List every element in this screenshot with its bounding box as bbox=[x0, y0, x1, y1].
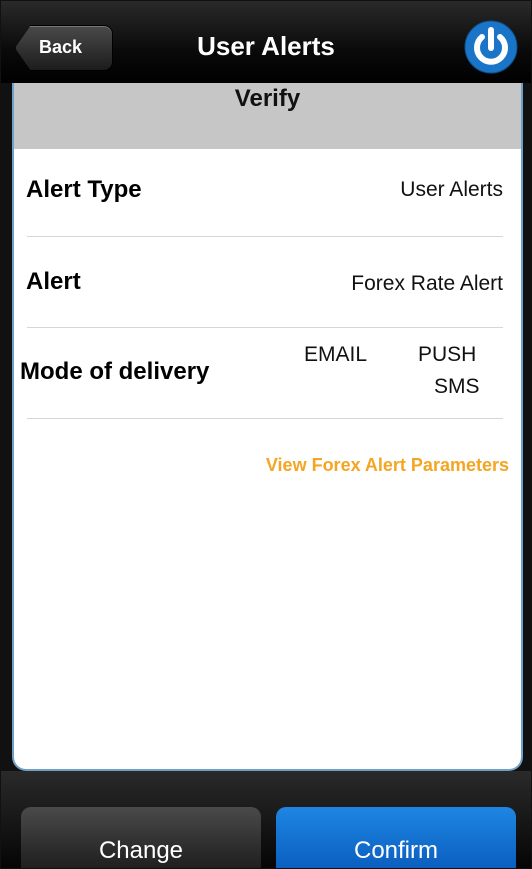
confirm-button[interactable]: Confirm bbox=[276, 807, 516, 868]
change-button[interactable]: Change bbox=[21, 807, 261, 868]
delivery-email: EMAIL bbox=[304, 343, 368, 366]
section-header-label: Verify bbox=[234, 85, 301, 112]
section-header: Verify bbox=[14, 83, 521, 149]
page-title: User Alerts bbox=[197, 31, 335, 61]
row-divider bbox=[27, 236, 503, 237]
row-divider bbox=[27, 418, 503, 419]
mode-of-delivery-label: Mode of delivery bbox=[20, 358, 210, 385]
alert-value: Forex Rate Alert bbox=[351, 272, 503, 295]
delivery-sms: SMS bbox=[434, 375, 480, 398]
app-frame: Back User Alerts Verify Alert Type User … bbox=[0, 0, 532, 869]
verify-card: Verify Alert Type User Alerts Alert Fore… bbox=[12, 83, 523, 771]
power-icon[interactable] bbox=[461, 17, 521, 77]
delivery-push: PUSH bbox=[418, 343, 477, 366]
row-divider bbox=[27, 327, 503, 328]
alert-label: Alert bbox=[26, 268, 81, 295]
view-forex-alert-parameters-link[interactable]: View Forex Alert Parameters bbox=[266, 455, 509, 476]
navigation-bar: Back User Alerts bbox=[1, 1, 531, 83]
alert-type-label: Alert Type bbox=[26, 176, 142, 203]
alert-type-value: User Alerts bbox=[400, 178, 503, 201]
